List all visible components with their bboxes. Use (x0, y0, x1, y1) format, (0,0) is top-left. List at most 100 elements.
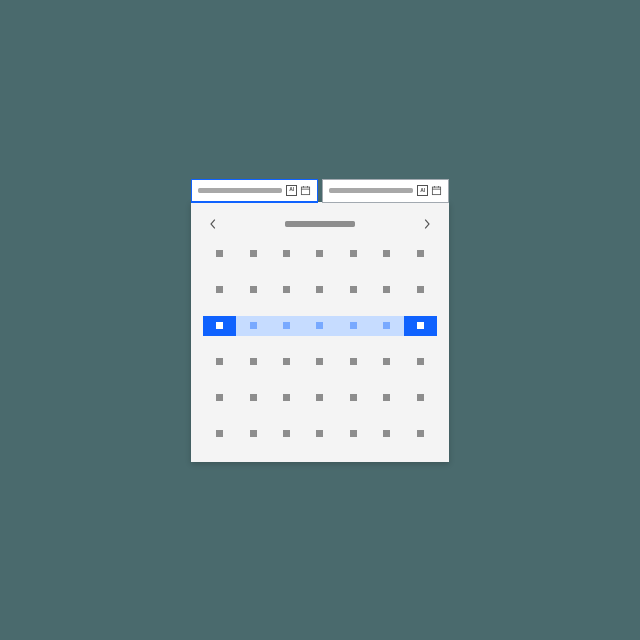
day-marker (216, 286, 223, 293)
day-cell[interactable] (370, 280, 403, 300)
day-cell[interactable] (203, 280, 236, 300)
calendar-icon[interactable] (300, 185, 311, 196)
day-marker (283, 322, 290, 329)
day-cell[interactable] (270, 388, 303, 408)
day-marker (350, 394, 357, 401)
day-cell[interactable] (236, 280, 269, 300)
ai-icon: AI (417, 185, 428, 196)
date-range-picker: AI AI (191, 179, 449, 462)
day-cell[interactable] (236, 244, 269, 264)
day-cell[interactable] (236, 352, 269, 372)
day-cell[interactable] (404, 352, 437, 372)
day-marker (216, 430, 223, 437)
day-marker (283, 358, 290, 365)
day-marker (350, 250, 357, 257)
day-cell[interactable] (337, 352, 370, 372)
day-cell[interactable] (337, 424, 370, 444)
day-cell[interactable] (203, 424, 236, 444)
calendar-panel (191, 202, 449, 462)
day-cell[interactable] (270, 316, 303, 336)
day-marker (417, 286, 424, 293)
month-label (285, 221, 355, 227)
day-cell[interactable] (404, 244, 437, 264)
ai-icon: AI (286, 185, 297, 196)
day-marker (383, 250, 390, 257)
day-marker (316, 286, 323, 293)
day-marker (250, 358, 257, 365)
prev-month-button[interactable] (205, 216, 221, 232)
day-marker (216, 250, 223, 257)
day-marker (216, 358, 223, 365)
day-cell[interactable] (404, 316, 437, 336)
day-marker (316, 430, 323, 437)
day-cell[interactable] (303, 388, 336, 408)
day-marker (383, 286, 390, 293)
day-marker (283, 286, 290, 293)
day-cell[interactable] (303, 280, 336, 300)
day-cell[interactable] (370, 352, 403, 372)
day-marker (250, 250, 257, 257)
day-cell[interactable] (270, 280, 303, 300)
day-marker (316, 358, 323, 365)
day-cell[interactable] (203, 316, 236, 336)
day-marker (383, 394, 390, 401)
day-cell[interactable] (236, 316, 269, 336)
day-cell[interactable] (404, 388, 437, 408)
month-header (203, 216, 437, 232)
calendar-grid (203, 244, 437, 444)
day-cell[interactable] (303, 352, 336, 372)
day-cell[interactable] (303, 244, 336, 264)
day-marker (316, 250, 323, 257)
day-marker (417, 250, 424, 257)
next-month-button[interactable] (419, 216, 435, 232)
day-marker (417, 394, 424, 401)
day-marker (283, 394, 290, 401)
day-cell[interactable] (370, 316, 403, 336)
day-marker (417, 358, 424, 365)
day-marker (316, 394, 323, 401)
day-marker (250, 430, 257, 437)
day-cell[interactable] (270, 424, 303, 444)
day-marker (383, 358, 390, 365)
day-cell[interactable] (337, 244, 370, 264)
day-marker (383, 430, 390, 437)
day-cell[interactable] (337, 280, 370, 300)
day-marker (383, 322, 390, 329)
day-marker (350, 286, 357, 293)
day-marker (350, 430, 357, 437)
day-marker (283, 430, 290, 437)
day-cell[interactable] (203, 352, 236, 372)
range-start-marker (203, 316, 236, 336)
day-cell[interactable] (236, 388, 269, 408)
day-marker (250, 394, 257, 401)
date-inputs-row: AI AI (191, 179, 449, 203)
day-cell[interactable] (370, 388, 403, 408)
day-cell[interactable] (337, 388, 370, 408)
day-cell[interactable] (404, 424, 437, 444)
day-marker (250, 286, 257, 293)
day-marker (216, 394, 223, 401)
day-cell[interactable] (270, 244, 303, 264)
range-end-marker (404, 316, 437, 336)
day-cell[interactable] (270, 352, 303, 372)
day-marker (350, 322, 357, 329)
day-cell[interactable] (370, 244, 403, 264)
day-marker (250, 322, 257, 329)
day-cell[interactable] (203, 388, 236, 408)
day-marker (283, 250, 290, 257)
day-cell[interactable] (236, 424, 269, 444)
end-date-input[interactable]: AI (322, 179, 449, 203)
day-marker (350, 358, 357, 365)
input-value-placeholder (198, 188, 282, 193)
input-value-placeholder (329, 188, 413, 193)
day-marker (417, 430, 424, 437)
day-cell[interactable] (404, 280, 437, 300)
day-cell[interactable] (303, 424, 336, 444)
day-cell[interactable] (203, 244, 236, 264)
day-cell[interactable] (303, 316, 336, 336)
calendar-icon[interactable] (431, 185, 442, 196)
day-cell[interactable] (337, 316, 370, 336)
day-marker (316, 322, 323, 329)
start-date-input[interactable]: AI (191, 179, 318, 203)
day-cell[interactable] (370, 424, 403, 444)
